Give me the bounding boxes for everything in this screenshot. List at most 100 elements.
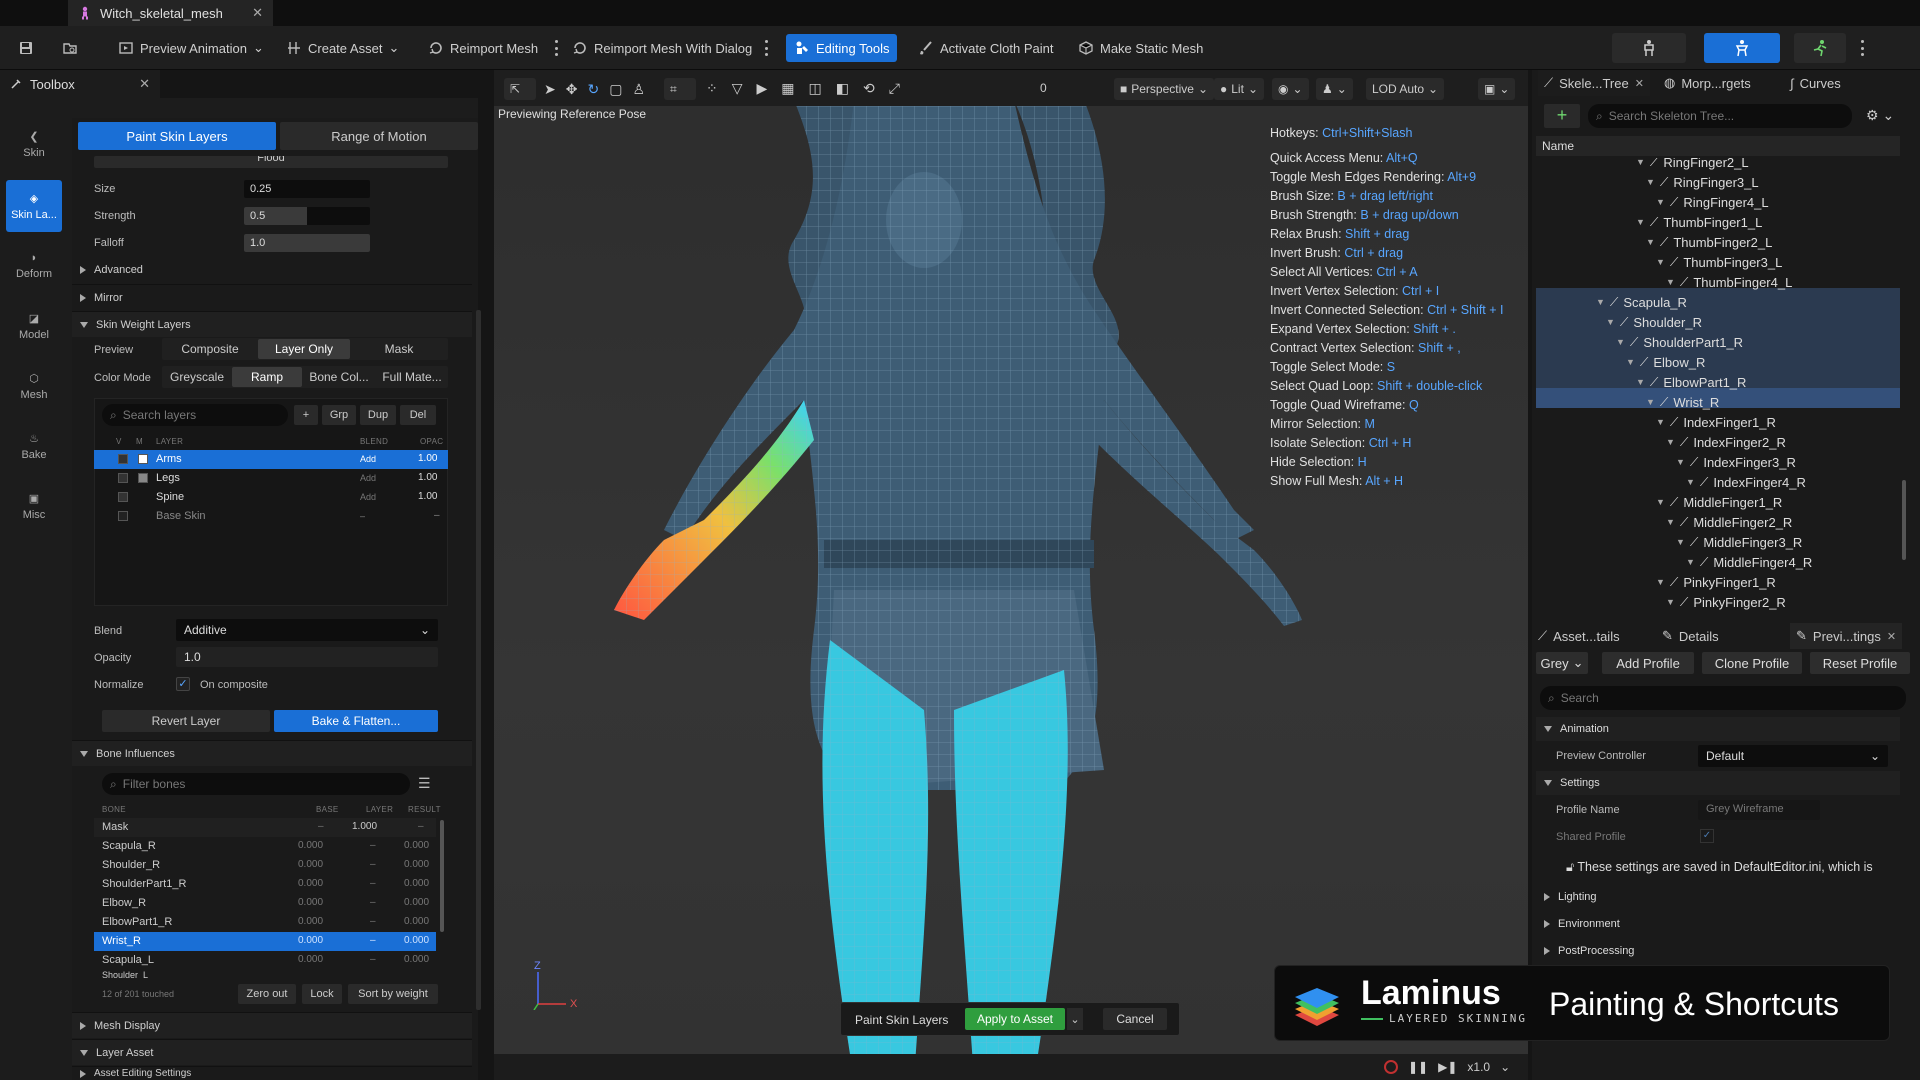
tab-paint-skin-layers[interactable]: Paint Skin Layers	[78, 122, 276, 150]
tree-row[interactable]: ▼ ⟋ Scapula_R	[1596, 292, 1687, 312]
asset-editing-settings-section[interactable]: Asset Editing Settings	[72, 1066, 472, 1080]
lock-button[interactable]: Lock	[302, 984, 342, 1004]
expand-arrow-icon[interactable]: ▼	[1626, 357, 1635, 367]
mesh-mode-button[interactable]	[1704, 33, 1780, 63]
sort-by-weight-button[interactable]: Sort by weight	[348, 984, 438, 1004]
character-dropdown[interactable]: ♟ ⌄	[1316, 78, 1353, 100]
vertex-select-icon[interactable]: ⁘	[706, 80, 718, 97]
step-forward-icon[interactable]: ▶❚	[1438, 1060, 1457, 1074]
editing-tools-button[interactable]: Editing Tools	[786, 34, 898, 62]
layer-row[interactable]: Base Skin – –	[94, 507, 448, 526]
bone-row[interactable]: Shoulder_R 0.000–0.000	[94, 856, 436, 875]
add-profile-button[interactable]: Add Profile	[1602, 652, 1694, 674]
toolbar-more-button[interactable]	[1856, 34, 1868, 62]
tree-scrollbar[interactable]	[1902, 480, 1906, 560]
revert-layer-button[interactable]: Revert Layer	[102, 710, 270, 732]
reimport-dialog-options-button[interactable]	[760, 34, 772, 62]
tab-skeleton-tree[interactable]: ⟋ Skele...Tree ✕	[1538, 70, 1650, 96]
expand-arrow-icon[interactable]: ▼	[1666, 597, 1675, 607]
bone-row[interactable]: Scapula_L 0.000–0.000	[94, 951, 436, 970]
expand-arrow-icon[interactable]: ▼	[1646, 177, 1655, 187]
bone-row[interactable]: ElbowPart1_R 0.000–0.000	[94, 913, 436, 932]
lasso-icon[interactable]: ▽	[732, 80, 743, 97]
tree-row[interactable]: ▼ ⟋ ShoulderPart1_R	[1616, 332, 1743, 352]
close-icon[interactable]: ✕	[139, 76, 150, 92]
snapping-button[interactable]: ⌗	[664, 78, 696, 100]
animation-section[interactable]: Animation	[1536, 717, 1900, 741]
scale-icon[interactable]: ▢	[609, 81, 622, 98]
tab-morph-targets[interactable]: ◍ Morp...rgets	[1664, 70, 1751, 96]
grid-icon[interactable]: ▦	[781, 80, 794, 97]
expand-arrow-icon[interactable]: ▼	[1646, 397, 1655, 407]
skeleton-mode-button[interactable]	[1612, 33, 1686, 63]
angle-value[interactable]: 0	[1040, 81, 1047, 95]
tree-row[interactable]: ▼⟋PinkyFinger3_R	[1676, 612, 1796, 614]
tab-preview-settings[interactable]: ✎ Previ...tings ✕	[1790, 623, 1903, 649]
tree-row[interactable]: ▼ ⟋ IndexFinger1_R	[1656, 412, 1776, 432]
animation-mode-button[interactable]	[1794, 33, 1846, 63]
opacity-field[interactable]: 1.0	[176, 647, 438, 667]
bone-influences-section[interactable]: Bone Influences	[72, 740, 472, 766]
tree-row[interactable]: ▼ ⟋ RingFinger3_L	[1646, 172, 1759, 192]
rail-skin-layers[interactable]: ◈ Skin La...	[6, 180, 62, 232]
cancel-button[interactable]: Cancel	[1103, 1008, 1167, 1030]
advanced-section[interactable]: Advanced	[72, 257, 472, 283]
tree-row[interactable]: ▼ ⟋ ElbowPart1_R	[1636, 372, 1746, 392]
bone-row[interactable]: Elbow_R 0.000–0.000	[94, 894, 436, 913]
expand-arrow-icon[interactable]: ▼	[1636, 217, 1645, 227]
bone-row[interactable]: Shoulder_L	[94, 970, 436, 978]
expand-arrow-icon[interactable]: ▼	[1666, 517, 1675, 527]
skin-weight-layers-section[interactable]: Skin Weight Layers	[72, 311, 472, 337]
reimport-options-button[interactable]	[550, 34, 562, 62]
rail-model[interactable]: ◪ Model	[6, 300, 62, 352]
tab-range-of-motion[interactable]: Range of Motion	[280, 122, 478, 150]
tree-row[interactable]: ▼ ⟋ RingFinger2_L	[1636, 158, 1749, 172]
bones-scrollbar[interactable]	[440, 820, 444, 932]
show-dropdown[interactable]: ◉ ⌄	[1272, 78, 1309, 100]
playback-speed[interactable]: x1.0	[1467, 1060, 1490, 1074]
mirror-section[interactable]: Mirror	[72, 284, 472, 310]
tab-details[interactable]: ✎ Details	[1662, 623, 1719, 649]
toolbox-tab[interactable]: Toolbox ✕	[0, 70, 160, 98]
color-mode-greyscale[interactable]: Greyscale	[164, 367, 230, 387]
clone-profile-button[interactable]: Clone Profile	[1702, 652, 1802, 674]
apply-options-button[interactable]: ⌄	[1067, 1008, 1083, 1030]
environment-section[interactable]: Environment	[1536, 912, 1900, 936]
tree-row[interactable]: ▼ ⟋ IndexFinger2_R	[1666, 432, 1786, 452]
tree-row[interactable]: ▼ ⟋ ThumbFinger3_L	[1656, 252, 1782, 272]
blend-dropdown[interactable]: Additive ⌄	[176, 619, 438, 641]
expand-arrow-icon[interactable]: ▼	[1636, 158, 1645, 167]
tree-row[interactable]: ▼ ⟋ Shoulder_R	[1606, 312, 1702, 332]
bone-row[interactable]: Mask –1.000–	[94, 818, 436, 837]
color-mode-ramp[interactable]: Ramp	[232, 367, 302, 387]
details-search-input[interactable]: ⌕ Search	[1540, 686, 1906, 710]
reset-profile-button[interactable]: Reset Profile	[1810, 652, 1910, 674]
pointer-icon[interactable]: ➤	[544, 81, 556, 98]
tree-row[interactable]: ▼ ⟋ ThumbFinger4_L	[1666, 272, 1792, 292]
add-layer-button[interactable]: +	[294, 405, 318, 425]
color-mode-bone-color[interactable]: Bone Col...	[304, 367, 374, 387]
shade-icon[interactable]: ◧	[836, 80, 849, 97]
expand-arrow-icon[interactable]: ▼	[1676, 537, 1685, 547]
rail-misc[interactable]: ▣ Misc	[6, 480, 62, 532]
skeleton-search-input[interactable]: ⌕ Search Skeleton Tree...	[1588, 104, 1852, 128]
mesh-display-section[interactable]: Mesh Display	[72, 1012, 472, 1038]
filter-bones-input[interactable]: ⌕ Filter bones	[102, 773, 410, 795]
layer-row[interactable]: Arms Add 1.00	[94, 450, 448, 469]
tab-curves[interactable]: ∫ Curves	[1790, 70, 1841, 96]
shared-profile-checkbox[interactable]: ✓	[1700, 829, 1714, 843]
expand-arrow-icon[interactable]: ▼	[1606, 317, 1615, 327]
close-icon[interactable]: ✕	[252, 5, 263, 21]
tree-row[interactable]: ▼ ⟋ MiddleFinger1_R	[1656, 492, 1782, 512]
split-view-icon[interactable]: ◫	[809, 80, 822, 97]
rotate-icon[interactable]: ↻	[587, 81, 599, 98]
perspective-dropdown[interactable]: ■ Perspective ⌄	[1114, 78, 1215, 100]
duplicate-layer-button[interactable]: Dup	[360, 405, 396, 425]
expand-arrow-icon[interactable]: ▼	[1656, 577, 1665, 587]
normalize-checkbox[interactable]: ✓	[176, 677, 190, 691]
rail-mesh[interactable]: ⬡ Mesh	[6, 360, 62, 412]
expand-arrow-icon[interactable]: ▼	[1676, 457, 1685, 467]
reimport-mesh-button[interactable]: Reimport Mesh	[424, 34, 542, 62]
name-column-header[interactable]: Name	[1536, 136, 1900, 156]
chevron-down-icon[interactable]: ⌄	[1500, 1060, 1510, 1074]
